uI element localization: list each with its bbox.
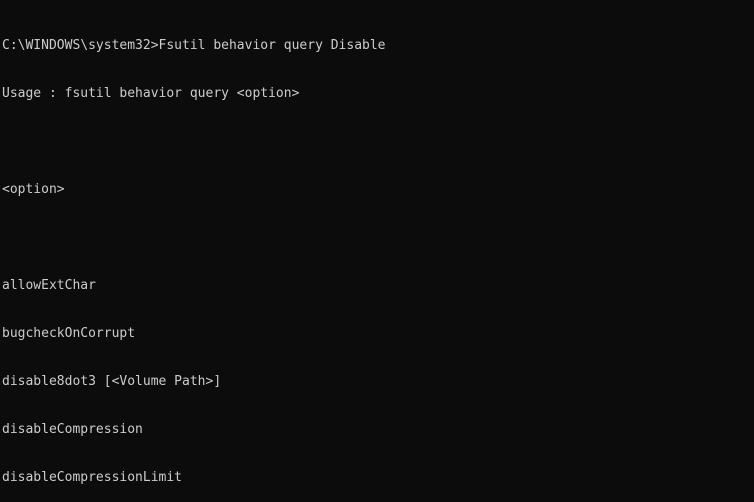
terminal-line-usage: Usage : fsutil behavior query <option> xyxy=(2,86,300,101)
terminal-line-option-header: <option> xyxy=(2,182,65,197)
terminal-line-option: disable8dot3 [<Volume Path>] xyxy=(2,374,222,389)
terminal-line-option: disableCompressionLimit xyxy=(2,470,183,485)
terminal-line-option: allowExtChar xyxy=(2,278,96,293)
terminal-line-command: C:\WINDOWS\system32>Fsutil behavior quer… xyxy=(2,38,386,53)
terminal-line-option: disableCompression xyxy=(2,422,143,437)
terminal-screen[interactable]: C:\WINDOWS\system32>Fsutil behavior quer… xyxy=(0,0,754,502)
terminal-line-option: bugcheckOnCorrupt xyxy=(2,326,136,341)
